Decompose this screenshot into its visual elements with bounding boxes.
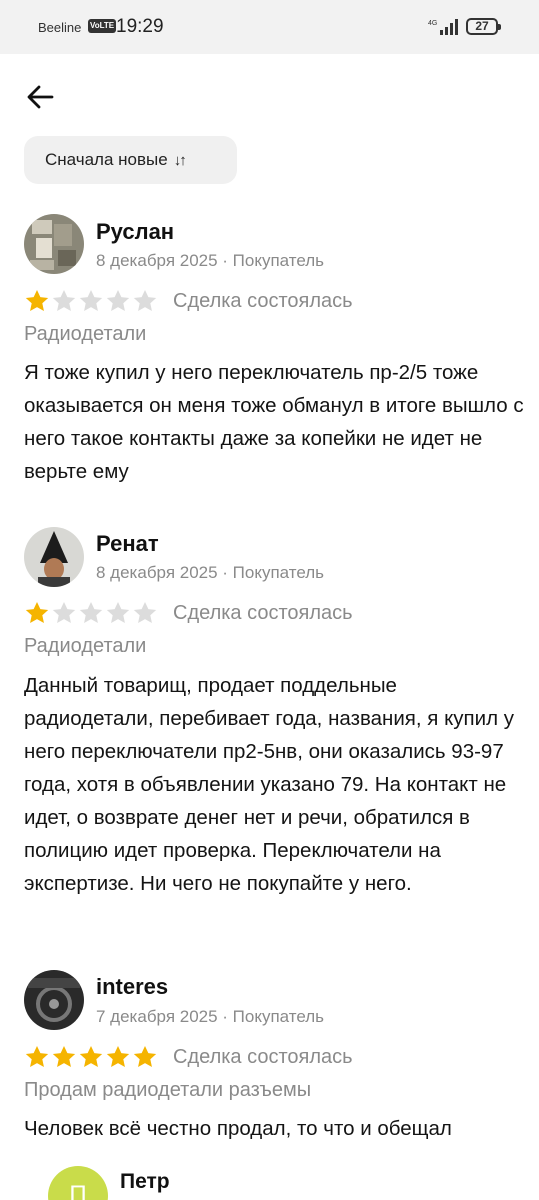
star-empty-icon [133,289,157,311]
back-arrow-icon [27,85,54,109]
network-type: 4G [428,20,437,27]
rating-stars [24,288,158,314]
reviewer-name[interactable]: Ренат [96,531,159,557]
avatar[interactable] [24,970,84,1030]
avatar[interactable] [24,527,84,587]
volte-badge: VoLTE [88,19,117,33]
review-text: Я тоже купил у него переключатель пр-2/5… [24,361,524,483]
sort-label: Сначала новые [45,150,168,169]
review-item-title[interactable]: Радиодетали [24,635,146,658]
review-text: Человек всё честно продал, то что и обещ… [24,1117,452,1140]
star-filled-icon [25,601,49,623]
deal-status: Сделка состоялась [173,1046,353,1068]
review-meta: 8 декабря 2025 · Покупатель [96,563,325,582]
star-empty-icon [106,601,130,623]
deal-status: Сделка состоялась [173,602,353,624]
reviewer-name[interactable]: interes [96,974,168,1000]
review-item-title[interactable]: Радиодетали [24,323,146,346]
deal-status: Сделка состоялась [173,290,353,312]
back-button[interactable] [24,80,58,114]
star-empty-icon [106,289,130,311]
star-empty-icon [133,601,157,623]
star-filled-icon [25,289,49,311]
signal-icon: 4G [428,18,460,41]
star-filled-icon [133,1045,157,1067]
review-item-title[interactable]: Продам радиодетали разъемы [24,1079,311,1102]
avatar[interactable] [24,214,84,274]
battery-icon: 27 [466,18,501,35]
review-meta: 8 декабря 2025 · Покупатель [96,251,325,270]
star-filled-icon [106,1045,130,1067]
reply-author-name[interactable]: Петр [120,1170,170,1194]
star-empty-icon [52,289,76,311]
carrier-label: Beeline [38,20,82,35]
star-empty-icon [52,601,76,623]
review-text: Данный товарищ, продает поддельные радио… [24,674,514,895]
star-empty-icon [79,289,103,311]
reply-avatar[interactable]: П [48,1166,108,1200]
clock: 19:29 [116,16,164,37]
review-meta: 7 декабря 2025 · Покупатель [96,1007,325,1026]
star-filled-icon [52,1045,76,1067]
rating-stars [24,600,158,626]
sort-button[interactable]: Сначала новые ↓↑ [24,136,237,184]
star-empty-icon [79,601,103,623]
status-bar: Beeline VoLTE 19:29 4G 27 [0,0,539,54]
rating-stars [24,1044,158,1070]
star-filled-icon [25,1045,49,1067]
reviewer-name[interactable]: Руслан [96,219,174,245]
sort-arrows-icon: ↓↑ [173,151,187,169]
star-filled-icon [79,1045,103,1067]
